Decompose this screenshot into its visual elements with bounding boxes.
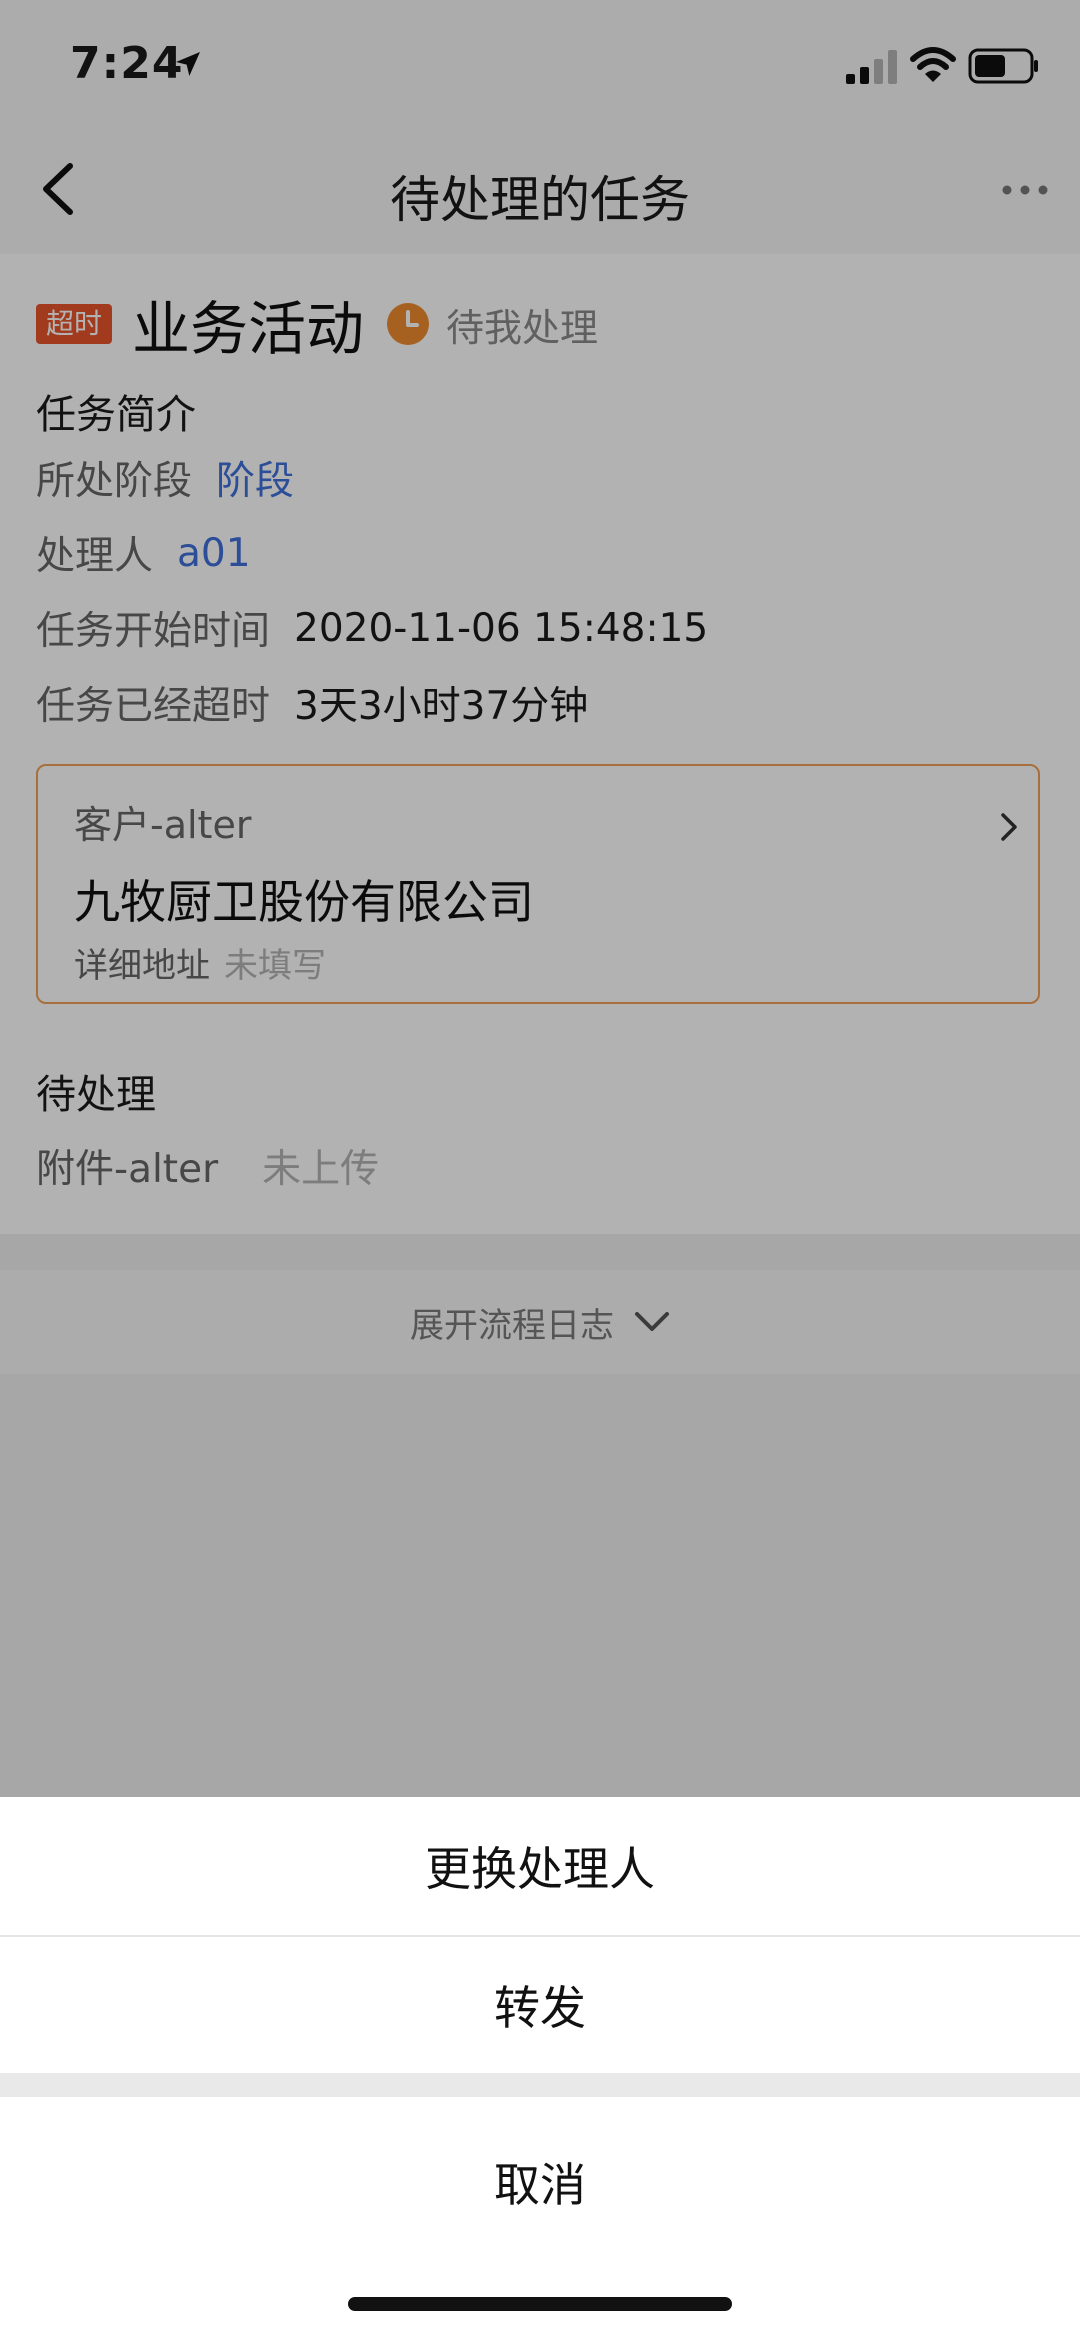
change-handler-button[interactable]: 更换处理人	[0, 1797, 1080, 1937]
action-sheet: 更换处理人 转发 取消	[0, 1797, 1080, 2339]
forward-button[interactable]: 转发	[0, 1937, 1080, 2073]
home-indicator[interactable]	[348, 2297, 732, 2311]
